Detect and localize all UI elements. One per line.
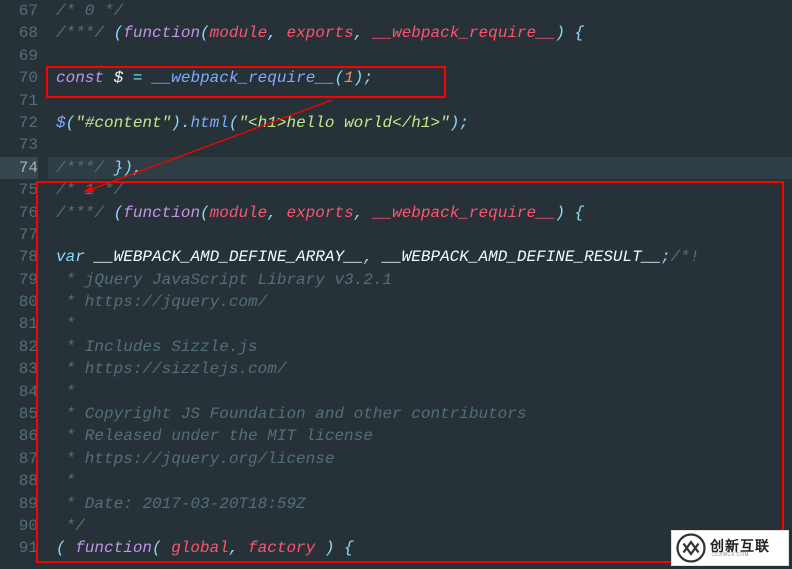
code-line[interactable] xyxy=(48,134,792,156)
code-editor[interactable]: 6768697071727374757677787980818283848586… xyxy=(0,0,792,569)
line-number-gutter: 6768697071727374757677787980818283848586… xyxy=(0,0,48,569)
line-number: 79 xyxy=(0,269,38,291)
code-line[interactable]: * https://jquery.com/ xyxy=(48,291,792,313)
watermark: 创新互联 CDXWCX.COM xyxy=(672,531,788,565)
watermark-text-en: CDXWCX.COM xyxy=(712,553,769,558)
code-line[interactable]: var __WEBPACK_AMD_DEFINE_ARRAY__, __WEBP… xyxy=(48,246,792,268)
line-number: 69 xyxy=(0,45,38,67)
line-number: 90 xyxy=(0,515,38,537)
line-number: 74 xyxy=(0,157,38,179)
line-number: 68 xyxy=(0,22,38,44)
watermark-text-cn: 创新互联 xyxy=(710,539,770,553)
code-line[interactable]: /* 1 */ xyxy=(48,179,792,201)
line-number: 87 xyxy=(0,448,38,470)
line-number: 72 xyxy=(0,112,38,134)
watermark-logo-icon xyxy=(676,533,706,563)
line-number: 78 xyxy=(0,246,38,268)
code-line[interactable]: $("#content").html("<h1>hello world</h1>… xyxy=(48,112,792,134)
line-number: 83 xyxy=(0,358,38,380)
line-number: 76 xyxy=(0,202,38,224)
code-line[interactable]: * Includes Sizzle.js xyxy=(48,336,792,358)
line-number: 86 xyxy=(0,425,38,447)
code-line[interactable]: /***/ (function(module, exports, __webpa… xyxy=(48,22,792,44)
code-line[interactable]: * Date: 2017-03-20T18:59Z xyxy=(48,493,792,515)
line-number: 75 xyxy=(0,179,38,201)
line-number: 71 xyxy=(0,90,38,112)
line-number: 67 xyxy=(0,0,38,22)
code-line[interactable]: * Released under the MIT license xyxy=(48,425,792,447)
line-number: 88 xyxy=(0,470,38,492)
line-number: 70 xyxy=(0,67,38,89)
code-line[interactable]: * https://sizzlejs.com/ xyxy=(48,358,792,380)
code-line[interactable] xyxy=(48,224,792,246)
code-line[interactable]: * xyxy=(48,313,792,335)
line-number: 81 xyxy=(0,313,38,335)
line-number: 85 xyxy=(0,403,38,425)
line-number: 80 xyxy=(0,291,38,313)
code-line[interactable]: /* 0 */ xyxy=(48,0,792,22)
line-number: 84 xyxy=(0,381,38,403)
code-line[interactable] xyxy=(48,90,792,112)
code-line[interactable]: /***/ }), xyxy=(48,157,792,179)
line-number: 89 xyxy=(0,493,38,515)
line-number: 73 xyxy=(0,134,38,156)
code-line[interactable]: * https://jquery.org/license xyxy=(48,448,792,470)
code-line[interactable]: /***/ (function(module, exports, __webpa… xyxy=(48,202,792,224)
code-line[interactable]: * jQuery JavaScript Library v3.2.1 xyxy=(48,269,792,291)
code-area[interactable]: /* 0 *//***/ (function(module, exports, … xyxy=(48,0,792,569)
line-number: 82 xyxy=(0,336,38,358)
code-line[interactable]: const $ = __webpack_require__(1); xyxy=(48,67,792,89)
line-number: 77 xyxy=(0,224,38,246)
code-line[interactable] xyxy=(48,45,792,67)
code-line[interactable]: * xyxy=(48,381,792,403)
line-number: 91 xyxy=(0,537,38,559)
code-line[interactable]: * Copyright JS Foundation and other cont… xyxy=(48,403,792,425)
code-line[interactable]: * xyxy=(48,470,792,492)
